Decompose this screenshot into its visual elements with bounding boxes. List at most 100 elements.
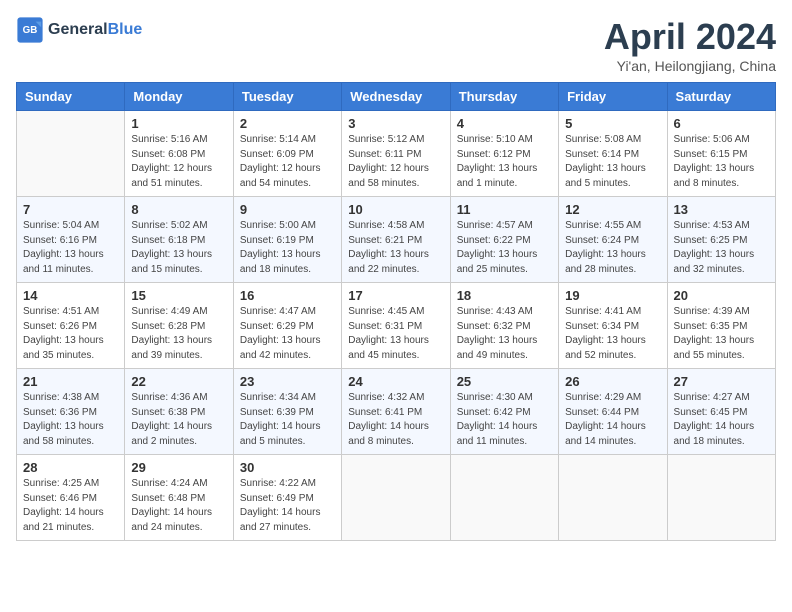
col-header-monday: Monday xyxy=(125,83,233,111)
svg-text:GB: GB xyxy=(23,25,38,36)
day-info: Sunrise: 4:34 AM Sunset: 6:39 PM Dayligh… xyxy=(240,391,335,449)
day-number: 10 xyxy=(348,202,443,217)
calendar-cell: 22 Sunrise: 4:36 AM Sunset: 6:38 PM Dayli… xyxy=(125,369,233,455)
calendar-cell xyxy=(17,111,125,197)
calendar-cell: 14 Sunrise: 4:51 AM Sunset: 6:26 PM Dayli… xyxy=(17,283,125,369)
calendar-cell: 7Sunrise: 5:04 AM Sunset: 6:16 PM Daylig… xyxy=(17,197,125,283)
calendar-cell xyxy=(667,455,775,541)
calendar-cell: 4 Sunrise: 5:10 AM Sunset: 6:12 PM Daylig… xyxy=(450,111,558,197)
day-number: 4 xyxy=(457,116,552,131)
logo: GB GeneralBlue xyxy=(16,16,142,44)
day-info: Sunrise: 4:51 AM Sunset: 6:26 PM Dayligh… xyxy=(23,305,118,363)
calendar-table: SundayMondayTuesdayWednesdayThursdayFrid… xyxy=(16,82,776,541)
day-info: Sunrise: 4:58 AM Sunset: 6:21 PM Dayligh… xyxy=(348,219,443,277)
col-header-tuesday: Tuesday xyxy=(233,83,341,111)
day-number: 26 xyxy=(565,374,660,389)
day-number: 19 xyxy=(565,288,660,303)
day-number: 6 xyxy=(674,116,769,131)
calendar-cell: 1Sunrise: 5:16 AM Sunset: 6:08 PM Daylig… xyxy=(125,111,233,197)
day-number: 24 xyxy=(348,374,443,389)
calendar-cell: 24 Sunrise: 4:32 AM Sunset: 6:41 PM Dayli… xyxy=(342,369,450,455)
day-number: 14 xyxy=(23,288,118,303)
month-title: April 2024 xyxy=(604,16,776,58)
day-number: 20 xyxy=(674,288,769,303)
calendar-cell: 17 Sunrise: 4:45 AM Sunset: 6:31 PM Dayli… xyxy=(342,283,450,369)
calendar-cell: 13 Sunrise: 4:53 AM Sunset: 6:25 PM Dayli… xyxy=(667,197,775,283)
day-info: Sunrise: 4:47 AM Sunset: 6:29 PM Dayligh… xyxy=(240,305,335,363)
day-number: 8 xyxy=(131,202,226,217)
day-number: 25 xyxy=(457,374,552,389)
calendar-cell: 29 Sunrise: 4:24 AM Sunset: 6:48 PM Dayli… xyxy=(125,455,233,541)
page-header: GB GeneralBlue April 2024 Yi'an, Heilong… xyxy=(16,16,776,74)
day-number: 28 xyxy=(23,460,118,475)
day-number: 29 xyxy=(131,460,226,475)
col-header-saturday: Saturday xyxy=(667,83,775,111)
day-number: 11 xyxy=(457,202,552,217)
calendar-cell: 16 Sunrise: 4:47 AM Sunset: 6:29 PM Dayli… xyxy=(233,283,341,369)
calendar-header-row: SundayMondayTuesdayWednesdayThursdayFrid… xyxy=(17,83,776,111)
day-info: Sunrise: 4:45 AM Sunset: 6:31 PM Dayligh… xyxy=(348,305,443,363)
day-info: Sunrise: 4:22 AM Sunset: 6:49 PM Dayligh… xyxy=(240,477,335,535)
day-info: Sunrise: 4:43 AM Sunset: 6:32 PM Dayligh… xyxy=(457,305,552,363)
day-info: Sunrise: 4:27 AM Sunset: 6:45 PM Dayligh… xyxy=(674,391,769,449)
day-number: 17 xyxy=(348,288,443,303)
day-number: 13 xyxy=(674,202,769,217)
calendar-cell: 20 Sunrise: 4:39 AM Sunset: 6:35 PM Dayli… xyxy=(667,283,775,369)
day-info: Sunrise: 5:04 AM Sunset: 6:16 PM Dayligh… xyxy=(23,219,118,277)
day-info: Sunrise: 5:16 AM Sunset: 6:08 PM Dayligh… xyxy=(131,133,226,191)
calendar-cell xyxy=(342,455,450,541)
calendar-cell: 8Sunrise: 5:02 AM Sunset: 6:18 PM Daylig… xyxy=(125,197,233,283)
day-info: Sunrise: 4:49 AM Sunset: 6:28 PM Dayligh… xyxy=(131,305,226,363)
calendar-cell xyxy=(450,455,558,541)
day-info: Sunrise: 4:32 AM Sunset: 6:41 PM Dayligh… xyxy=(348,391,443,449)
logo-text-general: General xyxy=(48,21,108,39)
calendar-cell: 5 Sunrise: 5:08 AM Sunset: 6:14 PM Daylig… xyxy=(559,111,667,197)
day-number: 27 xyxy=(674,374,769,389)
day-number: 30 xyxy=(240,460,335,475)
day-info: Sunrise: 4:57 AM Sunset: 6:22 PM Dayligh… xyxy=(457,219,552,277)
calendar-cell: 3 Sunrise: 5:12 AM Sunset: 6:11 PM Daylig… xyxy=(342,111,450,197)
calendar-cell: 6 Sunrise: 5:06 AM Sunset: 6:15 PM Daylig… xyxy=(667,111,775,197)
logo-text-blue: Blue xyxy=(108,21,143,39)
day-info: Sunrise: 5:06 AM Sunset: 6:15 PM Dayligh… xyxy=(674,133,769,191)
calendar-cell: 21 Sunrise: 4:38 AM Sunset: 6:36 PM Dayli… xyxy=(17,369,125,455)
col-header-wednesday: Wednesday xyxy=(342,83,450,111)
calendar-cell: 11 Sunrise: 4:57 AM Sunset: 6:22 PM Dayli… xyxy=(450,197,558,283)
day-number: 12 xyxy=(565,202,660,217)
day-info: Sunrise: 4:25 AM Sunset: 6:46 PM Dayligh… xyxy=(23,477,118,535)
calendar-week-row: 21 Sunrise: 4:38 AM Sunset: 6:36 PM Dayli… xyxy=(17,369,776,455)
day-info: Sunrise: 4:29 AM Sunset: 6:44 PM Dayligh… xyxy=(565,391,660,449)
calendar-week-row: 28 Sunrise: 4:25 AM Sunset: 6:46 PM Dayli… xyxy=(17,455,776,541)
day-info: Sunrise: 4:30 AM Sunset: 6:42 PM Dayligh… xyxy=(457,391,552,449)
calendar-cell: 23 Sunrise: 4:34 AM Sunset: 6:39 PM Dayli… xyxy=(233,369,341,455)
day-info: Sunrise: 4:39 AM Sunset: 6:35 PM Dayligh… xyxy=(674,305,769,363)
day-info: Sunrise: 5:08 AM Sunset: 6:14 PM Dayligh… xyxy=(565,133,660,191)
calendar-cell: 27 Sunrise: 4:27 AM Sunset: 6:45 PM Dayli… xyxy=(667,369,775,455)
day-number: 15 xyxy=(131,288,226,303)
col-header-thursday: Thursday xyxy=(450,83,558,111)
day-number: 5 xyxy=(565,116,660,131)
calendar-week-row: 7Sunrise: 5:04 AM Sunset: 6:16 PM Daylig… xyxy=(17,197,776,283)
day-number: 16 xyxy=(240,288,335,303)
calendar-cell: 30 Sunrise: 4:22 AM Sunset: 6:49 PM Dayli… xyxy=(233,455,341,541)
day-number: 22 xyxy=(131,374,226,389)
day-number: 9 xyxy=(240,202,335,217)
location: Yi'an, Heilongjiang, China xyxy=(604,58,776,74)
calendar-cell: 26 Sunrise: 4:29 AM Sunset: 6:44 PM Dayli… xyxy=(559,369,667,455)
day-info: Sunrise: 4:53 AM Sunset: 6:25 PM Dayligh… xyxy=(674,219,769,277)
day-info: Sunrise: 4:38 AM Sunset: 6:36 PM Dayligh… xyxy=(23,391,118,449)
day-number: 21 xyxy=(23,374,118,389)
day-number: 3 xyxy=(348,116,443,131)
calendar-cell: 15 Sunrise: 4:49 AM Sunset: 6:28 PM Dayli… xyxy=(125,283,233,369)
calendar-cell: 10 Sunrise: 4:58 AM Sunset: 6:21 PM Dayli… xyxy=(342,197,450,283)
day-number: 23 xyxy=(240,374,335,389)
calendar-week-row: 1Sunrise: 5:16 AM Sunset: 6:08 PM Daylig… xyxy=(17,111,776,197)
day-info: Sunrise: 5:12 AM Sunset: 6:11 PM Dayligh… xyxy=(348,133,443,191)
day-info: Sunrise: 4:24 AM Sunset: 6:48 PM Dayligh… xyxy=(131,477,226,535)
calendar-cell: 18Sunrise: 4:43 AM Sunset: 6:32 PM Dayli… xyxy=(450,283,558,369)
calendar-cell: 9Sunrise: 5:00 AM Sunset: 6:19 PM Daylig… xyxy=(233,197,341,283)
calendar-cell: 19Sunrise: 4:41 AM Sunset: 6:34 PM Dayli… xyxy=(559,283,667,369)
day-info: Sunrise: 5:10 AM Sunset: 6:12 PM Dayligh… xyxy=(457,133,552,191)
day-info: Sunrise: 4:36 AM Sunset: 6:38 PM Dayligh… xyxy=(131,391,226,449)
calendar-cell: 2Sunrise: 5:14 AM Sunset: 6:09 PM Daylig… xyxy=(233,111,341,197)
